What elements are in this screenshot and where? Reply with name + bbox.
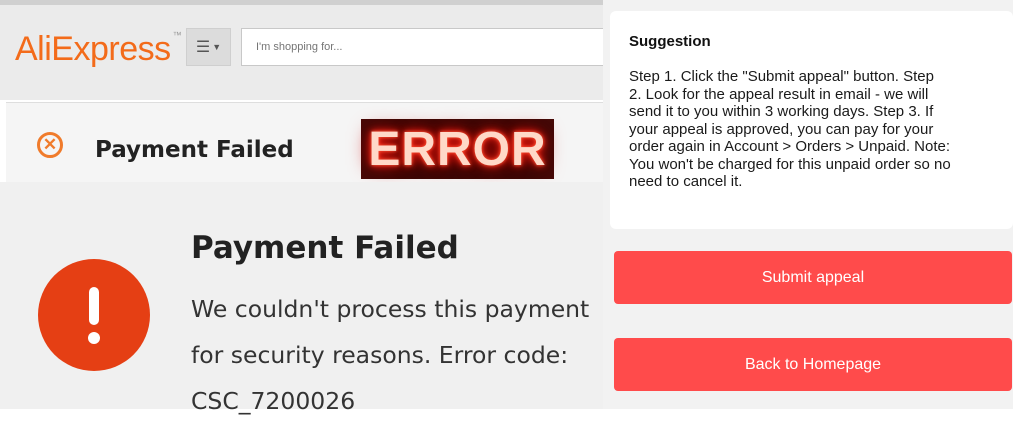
category-menu-button[interactable]: ☰ ▼: [186, 28, 231, 66]
submit-appeal-button[interactable]: Submit appeal: [614, 251, 1012, 304]
aliexpress-header: AliExpress ™ ☰ ▼: [0, 0, 603, 100]
card-title: Payment Failed: [95, 137, 294, 163]
message-line: We couldn't process this payment: [191, 295, 590, 323]
suggestion-line: 2. Look for the appeal result in email -…: [629, 85, 929, 103]
back-to-homepage-button[interactable]: Back to Homepage: [614, 338, 1012, 391]
caret-down-icon: ▼: [212, 42, 222, 52]
aliexpress-logo[interactable]: AliExpress ™: [15, 30, 182, 69]
exclamation-bar: [89, 287, 99, 325]
error-neon-sign: ERROR: [361, 119, 554, 179]
logo-text: AliExpress: [15, 30, 171, 68]
hamburger-menu-icon: ☰: [195, 39, 211, 56]
suggestion-body: Step 1. Click the "Submit appeal" button…: [629, 68, 999, 191]
mobile-error-panel: Payment Failed We couldn't process this …: [0, 182, 603, 415]
suggestion-line: need to cancel it.: [629, 173, 743, 190]
suggestion-panel: Suggestion Step 1. Click the "Submit app…: [603, 0, 1013, 409]
suggestion-title: Suggestion: [629, 33, 711, 50]
message-line: CSC_7200026: [191, 387, 356, 415]
mobile-error-title: Payment Failed: [191, 230, 459, 266]
message-line: for security reasons. Error code:: [191, 341, 569, 369]
suggestion-line: send it to you within 3 working days. St…: [629, 103, 934, 120]
x-circle-icon: ✕: [37, 132, 63, 158]
exclamation-dot: [88, 332, 100, 344]
mobile-error-message: We couldn't process this payment for sec…: [191, 286, 601, 424]
search-input[interactable]: [241, 28, 603, 66]
exclamation-circle-icon: [38, 259, 150, 371]
suggestion-line: Step 1. Click the "Submit appeal" button…: [629, 68, 934, 85]
suggestion-line: your appeal is approved, you can pay for…: [629, 120, 934, 138]
logo-trademark: ™: [172, 30, 182, 40]
header-top-border: [0, 0, 603, 5]
error-sign-text: ERROR: [368, 122, 547, 176]
suggestion-line: order again in Account > Orders > Unpaid…: [629, 138, 951, 155]
suggestion-card: Suggestion Step 1. Click the "Submit app…: [610, 11, 1013, 229]
suggestion-line: You won't be charged for this unpaid ord…: [629, 155, 951, 173]
